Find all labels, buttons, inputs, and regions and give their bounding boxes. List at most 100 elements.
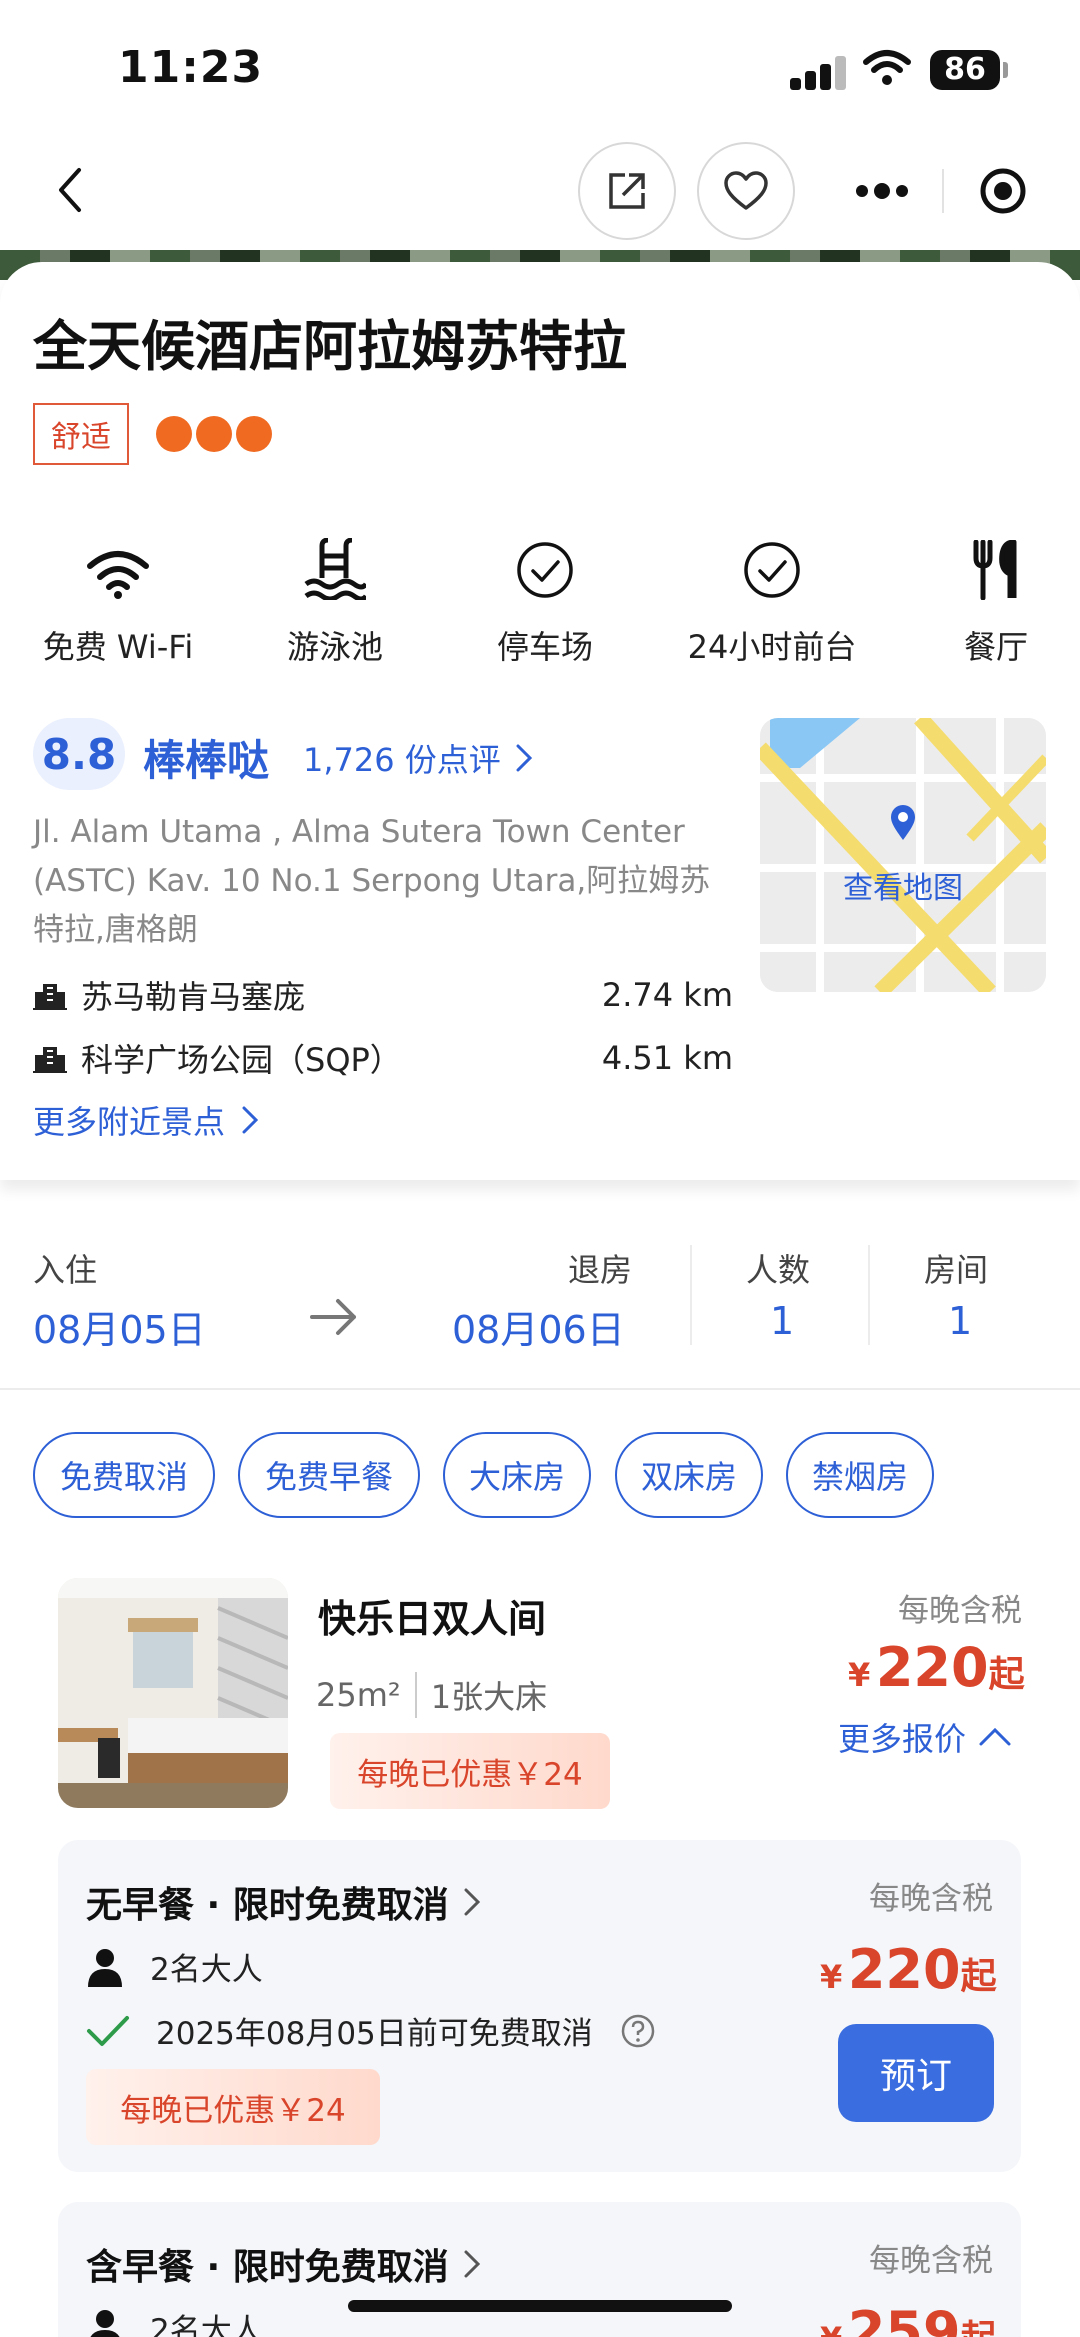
amenity-pool: 游泳池 [270,530,400,668]
amenity-label: 免费 Wi-Fi [42,628,194,666]
poi-distance: 4.51 km [601,1039,733,1077]
reviews-count: 1,726 份点评 [303,741,501,779]
checkout-date[interactable]: 08月06日 [452,1299,625,1354]
person-icon [88,1948,122,1987]
room-discount-badge: 每晚已优惠￥24 [330,1733,610,1809]
filter-free-cancel[interactable]: 免费取消 [33,1432,215,1518]
map-drawing [760,718,1046,992]
room-area: 25m² [316,1676,401,1714]
person-icon [90,2309,120,2337]
amenity-restaurant: 餐厅 [946,530,1046,668]
amenity-label: 24小时前台 [687,628,857,666]
location-pin-icon [891,805,915,840]
guests-count[interactable]: 1 [770,1299,794,1343]
check-icon [87,2015,129,2046]
amenity-label: 停车场 [496,628,593,666]
amenity-label: 游泳池 [286,628,383,666]
reviews-link[interactable]: 1,726 份点评 [303,735,533,781]
currency-symbol: ¥ [820,2320,842,2337]
status-time: 11:23 [118,42,264,93]
review-score-label: 棒棒哒 [143,736,270,785]
pool-icon [304,538,366,600]
close-miniprogram-button[interactable] [944,142,1062,240]
rate-plan-title[interactable]: 无早餐 · 限时免费取消 [86,1876,481,1928]
rooms-label: 房间 [924,1251,989,1289]
building-icon [33,1047,67,1073]
rating-dot [236,416,272,452]
fork-knife-icon [973,540,1017,600]
divider [690,1245,692,1345]
amenities-row: 免费 Wi-Fi 游泳池 停车场 24小时前台 餐厅 [0,530,1080,680]
price-value: 259 [847,2300,961,2337]
check-circle-icon [517,542,573,598]
rate-guests: 2名大人 [150,1952,263,1988]
chevron-right-icon [516,744,532,772]
filter-king-bed[interactable]: 大床房 [443,1432,591,1518]
rate-guests: 2名大人 [150,2313,263,2337]
more-nearby-link[interactable]: 更多附近景点 [33,1097,259,1143]
battery-tip [1003,62,1008,78]
price-value: 220 [847,1938,961,2001]
divider [868,1245,870,1345]
review-score: 8.8 [33,718,125,790]
amenity-frontdesk: 24小时前台 [677,530,867,668]
price-suffix: 起 [961,2318,997,2337]
heart-icon [724,171,768,210]
nearby-poi: 科学广场公园（SQP） 4.51 km [33,1033,733,1083]
checkin-date[interactable]: 08月05日 [33,1299,206,1354]
amenity-wifi: 免费 Wi-Fi [33,530,203,668]
rating-dot [196,416,232,452]
poi-distance: 2.74 km [601,976,733,1014]
chevron-right-icon [464,1888,480,1916]
more-menu-button[interactable] [822,142,942,240]
chevron-right-icon [242,1106,259,1134]
rate-price-hint: 每晚含税 [869,1881,993,1917]
help-icon[interactable] [621,2014,655,2048]
currency-symbol: ¥ [820,1958,843,1996]
rate-price-hint: 每晚含税 [869,2243,993,2279]
rate-guests-row: 2名大人 [86,1944,263,1989]
nearby-poi: 苏马勒肯马塞庞 2.74 km [33,970,733,1020]
price-suffix: 起 [960,1956,997,1997]
more-nearby-label: 更多附近景点 [33,1103,226,1141]
poi-name: 苏马勒肯马塞庞 [81,978,306,1016]
rate-plan-title[interactable]: 含早餐 · 限时免费取消 [86,2238,481,2290]
mini-program-capsule [822,142,1062,240]
rooms-count[interactable]: 1 [948,1299,972,1343]
filter-free-breakfast[interactable]: 免费早餐 [238,1432,420,1518]
room-bed: 1张大床 [430,1678,548,1716]
room-name[interactable]: 快乐日双人间 [318,1588,546,1643]
room-price: ¥ 220起 [848,1636,1025,1699]
map-thumbnail[interactable]: 查看地图 [760,718,1046,992]
battery-indicator: 86 [930,50,1000,90]
rate-guests-row: 2名大人 [86,2305,263,2337]
share-icon [609,173,645,209]
filter-non-smoking[interactable]: 禁烟房 [786,1432,934,1518]
more-prices-toggle[interactable]: 更多报价 [838,1714,1012,1760]
view-map-label: 查看地图 [843,871,963,906]
checkout-label: 退房 [568,1251,633,1289]
room-specs: 25m² 1张大床 [316,1672,547,1718]
hotel-address: Jl. Alam Utama , Alma Sutera Town Center… [33,814,711,948]
price-value: 220 [875,1636,989,1699]
wifi-status-icon [863,50,911,85]
wifi-icon [87,551,149,599]
rate-cancel-row: 2025年08月05日前可免费取消 [86,2008,655,2053]
chevron-up-icon [979,1727,1011,1746]
room-photo[interactable] [58,1578,288,1808]
spec-divider [414,1672,417,1718]
back-button[interactable] [55,160,105,220]
book-button[interactable]: 预订 [838,2024,994,2122]
rating-dot [156,416,192,452]
more-prices-label: 更多报价 [838,1720,967,1758]
rate-price: ¥ 220起 [820,1938,997,2001]
favorite-button[interactable] [697,142,795,240]
chevron-right-icon [464,2250,480,2278]
filter-twin-bed[interactable]: 双床房 [615,1432,763,1518]
booking-date-bar[interactable]: 入住 08月05日 退房 08月06日 人数 1 房间 1 [0,1205,1080,1390]
guests-label: 人数 [746,1251,811,1289]
share-button[interactable] [578,142,676,240]
amenity-label: 餐厅 [963,628,1028,666]
building-icon [33,984,67,1010]
rating-dots [156,416,272,452]
